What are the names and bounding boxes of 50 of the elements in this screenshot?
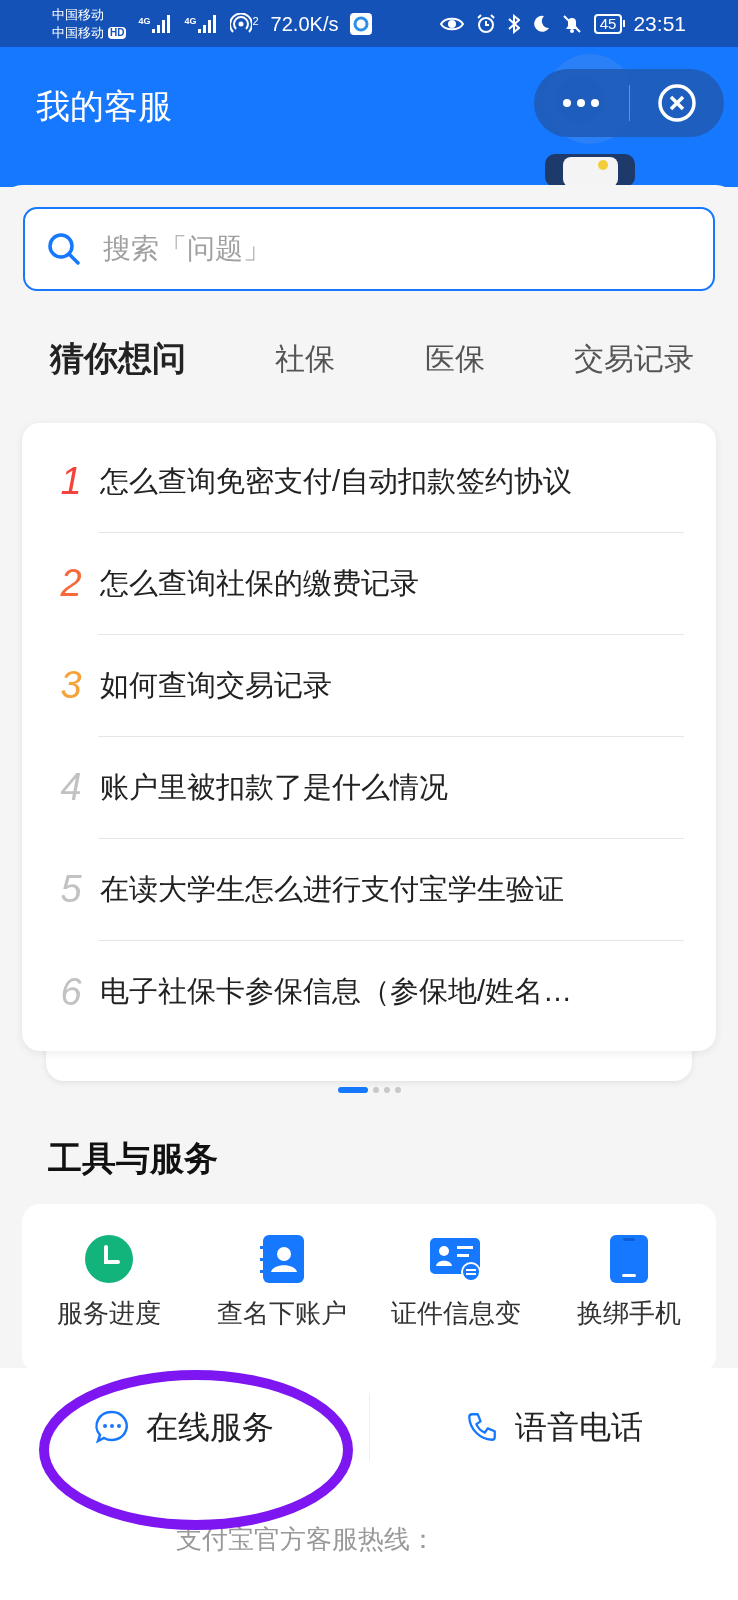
carrier-label: 中国移动	[52, 5, 105, 24]
hd-badge: HD	[108, 26, 127, 39]
search-input[interactable]: 搜索「问题」	[103, 228, 691, 270]
clock-icon	[83, 1234, 134, 1284]
carrier-label: 中国移动	[52, 23, 104, 42]
chat-bubble-icon	[94, 1409, 131, 1445]
category-tab[interactable]: 社保	[275, 335, 336, 381]
search-icon	[47, 232, 81, 266]
battery-level: 45	[593, 13, 623, 34]
question-text: 电子社保卡参保信息（参保地/姓名…	[100, 974, 573, 1010]
category-tab[interactable]: 交易记录	[574, 335, 694, 381]
tool-item[interactable]: 证件信息变	[369, 1234, 543, 1333]
app-icon	[350, 12, 373, 35]
question-text: 怎么查询免密支付/自动扣款签约协议	[100, 463, 573, 499]
question-text: 在读大学生怎么进行支付宝学生验证	[100, 871, 564, 907]
moon-icon	[531, 14, 550, 33]
close-icon	[656, 83, 697, 123]
rank-number: 2	[59, 561, 83, 606]
hotspot-count: 2	[252, 13, 259, 29]
tool-item[interactable]: 服务进度	[22, 1234, 196, 1333]
rank-number: 1	[59, 459, 83, 504]
hotspot-icon	[230, 12, 253, 35]
section-title: 工具与服务	[48, 1138, 219, 1179]
page-title: 我的客服	[36, 87, 172, 125]
tool-item[interactable]: 换绑手机	[542, 1234, 716, 1333]
rank-number: 4	[59, 765, 83, 810]
question-text: 如何查询交易记录	[100, 667, 332, 703]
question-text: 账户里被扣款了是什么情况	[100, 769, 448, 805]
rank-number: 3	[59, 663, 83, 708]
mobile-phone-icon	[609, 1234, 650, 1284]
muted-bell-icon	[561, 13, 582, 34]
signal-icon	[152, 14, 173, 33]
network-speed: 72.0K/s	[270, 11, 339, 37]
category-tab[interactable]: 猜你想问	[50, 332, 186, 384]
tool-item[interactable]: 查名下账户	[195, 1234, 369, 1333]
contact-button[interactable]: 语音电话	[464, 1393, 643, 1461]
bluetooth-icon	[507, 13, 520, 34]
category-tab[interactable]: 医保	[424, 335, 485, 381]
question-text: 怎么查询社保的缴费记录	[100, 565, 419, 601]
clock-time: 23:51	[633, 10, 686, 37]
search-field[interactable]: 搜索「问题」	[23, 207, 715, 291]
network-label: 4G	[138, 14, 151, 28]
hotline-text: 支付宝官方客服热线：	[176, 1523, 437, 1556]
rank-number: 5	[59, 867, 83, 912]
alarm-icon	[475, 13, 496, 34]
eye-icon	[439, 15, 464, 32]
signal-icon	[198, 14, 219, 33]
rank-number: 6	[59, 969, 83, 1015]
contact-book-icon	[259, 1234, 306, 1284]
network-label: 4G	[184, 14, 197, 28]
